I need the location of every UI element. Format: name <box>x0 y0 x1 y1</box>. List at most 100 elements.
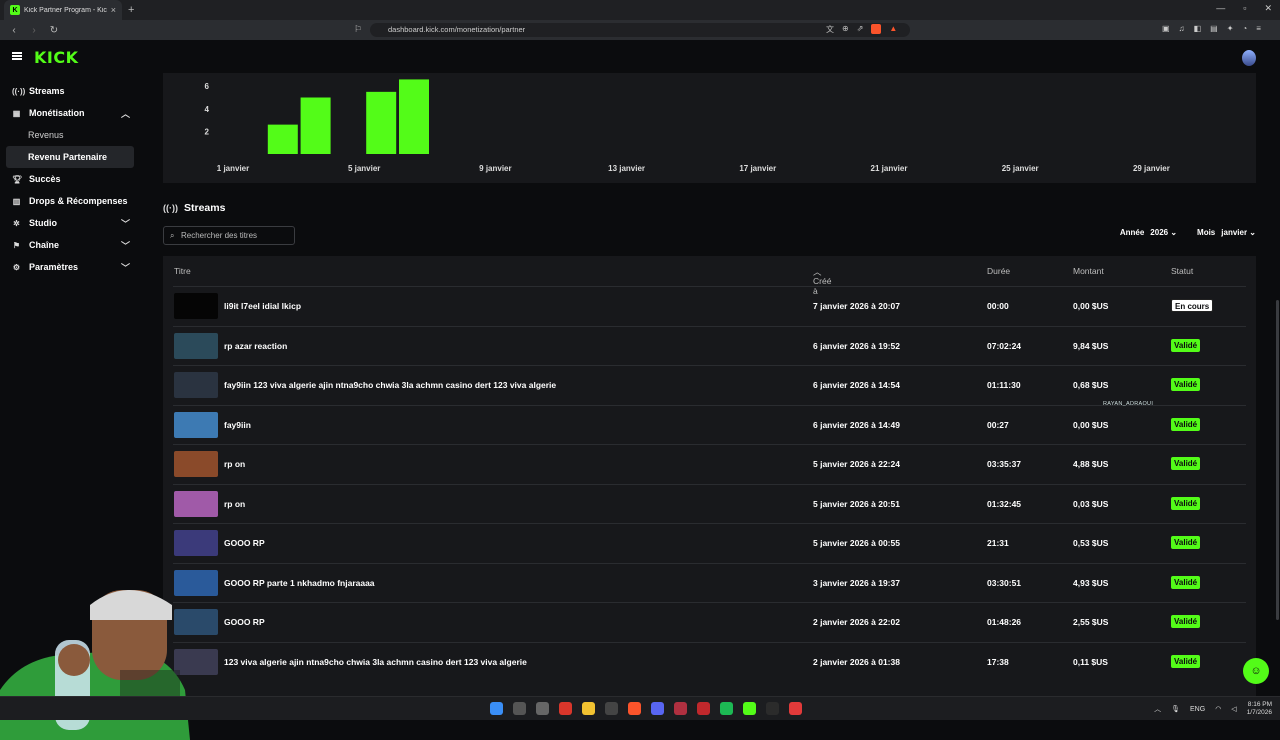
stream-thumbnail[interactable] <box>174 293 218 319</box>
search-input[interactable]: ⌕ Rechercher des titres <box>163 226 295 245</box>
sidebar-item-studio[interactable]: ✲ Studio ﹀ <box>0 212 140 234</box>
opera-icon[interactable] <box>697 702 710 715</box>
start-icon[interactable] <box>490 702 503 715</box>
profile-icon[interactable]: ◔ <box>1242 24 1247 33</box>
table-row[interactable]: GOOO RP parte 1 nkhadmo fnjaraaaa 3 janvi… <box>173 562 1246 603</box>
stream-title[interactable]: fay9iin 123 viva algerie ajin ntna9cho c… <box>224 380 556 390</box>
stream-thumbnail[interactable] <box>174 451 218 477</box>
col-title[interactable]: Titre <box>174 266 191 276</box>
table-row[interactable]: rp on 5 janvier 2026 à 20:51 01:32:45 0,03 … <box>173 483 1246 524</box>
sidebar-item-drops[interactable]: ▥ Drops & Récompenses <box>0 190 140 212</box>
wifi-icon[interactable]: ◠ <box>1215 705 1221 713</box>
table-row[interactable]: li9it l7eel idial lkicp 7 janvier 2026 à … <box>173 286 1246 326</box>
col-created[interactable]: Créé à ︿ <box>813 266 831 296</box>
stream-title[interactable]: GOOO RP <box>224 538 265 548</box>
help-chat-button[interactable]: ☺ <box>1243 658 1269 684</box>
minimize-icon[interactable]: — <box>1216 3 1225 14</box>
music-icon[interactable]: ♫ <box>1179 24 1185 33</box>
forward-icon[interactable]: › <box>28 25 40 36</box>
search-icon[interactable] <box>513 702 526 715</box>
stream-title[interactable]: fay9iin <box>224 420 251 430</box>
chevron-down-icon[interactable]: ﹀ <box>121 217 130 230</box>
reading-list-icon[interactable]: ▤ <box>1210 24 1218 33</box>
back-icon[interactable]: ‹ <box>8 25 20 36</box>
maximize-icon[interactable]: ▫ <box>1243 3 1246 14</box>
sidebar-subitem-revenu-partenaire[interactable]: Revenu Partenaire <box>6 146 134 168</box>
chart-bar[interactable] <box>300 97 331 155</box>
stream-thumbnail[interactable] <box>174 411 218 438</box>
app-icon[interactable] <box>789 702 802 715</box>
tray-chevron-icon[interactable]: ︿ <box>1154 704 1161 714</box>
task-view-icon[interactable] <box>536 702 549 715</box>
page-scrollbar[interactable] <box>1276 300 1279 620</box>
table-row[interactable]: 123 viva algerie ajin ntna9cho chwia 3la… <box>173 641 1246 682</box>
y-tick-label: 4 <box>205 105 210 114</box>
chart-bar[interactable] <box>399 79 429 154</box>
discord-icon[interactable] <box>651 702 664 715</box>
extensions-icon[interactable]: ✦ <box>1227 24 1234 33</box>
stream-thumbnail[interactable] <box>174 530 218 556</box>
chevron-up-icon[interactable]: ︿ <box>121 107 130 120</box>
user-avatar[interactable] <box>1242 50 1256 66</box>
stream-thumbnail[interactable] <box>174 332 218 359</box>
brave-shield-icon[interactable] <box>871 24 882 34</box>
wallet-icon[interactable]: ▣ <box>1162 24 1170 33</box>
col-status[interactable]: Statut <box>1171 266 1193 276</box>
tray-mic-icon[interactable]: 🎙︎ <box>1171 705 1180 713</box>
chart-bar[interactable] <box>366 91 397 154</box>
stream-title[interactable]: GOOO RP parte 1 nkhadmo fnjaraaaa <box>224 578 375 588</box>
table-row[interactable]: GOOO RP 2 janvier 2026 à 22:02 01:48:26 2,5… <box>173 602 1246 642</box>
stream-title[interactable]: li9it l7eel idial lkicp <box>224 301 301 311</box>
sidebar-subitem-revenus[interactable]: Revenus <box>0 124 140 146</box>
stream-title[interactable]: GOOO RP <box>224 617 265 627</box>
table-row[interactable]: fay9iin 6 janvier 2026 à 14:49 00:27 0,00 $… <box>173 404 1246 445</box>
app-icon[interactable] <box>674 702 687 715</box>
stream-title[interactable]: rp on <box>224 499 245 509</box>
file-explorer-icon[interactable] <box>582 702 595 715</box>
sidebar-item-chaine[interactable]: ⚑ Chaîne ﹀ <box>0 234 140 256</box>
brave-rewards-icon[interactable]: ▲ <box>889 24 897 35</box>
close-tab-icon[interactable]: × <box>111 5 116 15</box>
app-icon[interactable] <box>559 702 572 715</box>
stream-title[interactable]: rp on <box>224 459 245 469</box>
stream-title[interactable]: 123 viva algerie ajin ntna9cho chwia 3la… <box>224 657 527 667</box>
translate-icon[interactable]: ⽂ <box>826 24 834 35</box>
reload-icon[interactable]: ↻ <box>48 25 60 36</box>
zoom-icon[interactable]: ⊕ <box>842 24 849 35</box>
bookmark-icon[interactable]: ⚐ <box>354 24 362 35</box>
volume-icon[interactable]: ◁ <box>1231 705 1236 713</box>
chevron-down-icon[interactable]: ﹀ <box>121 261 130 274</box>
table-row[interactable]: fay9iin 123 viva algerie ajin ntna9cho c… <box>173 365 1246 405</box>
clock[interactable]: 8:16 PM 1/7/2026 <box>1247 701 1272 717</box>
language-indicator[interactable]: ENG <box>1190 706 1205 713</box>
store-icon[interactable] <box>605 702 618 715</box>
table-row[interactable]: rp on 5 janvier 2026 à 22:24 03:35:37 4,88 … <box>173 444 1246 484</box>
kick-icon[interactable] <box>743 702 756 715</box>
sidebar-item-streams[interactable]: ((·)) Streams <box>0 80 140 102</box>
table-row[interactable]: GOOO RP 5 janvier 2026 à 00:55 21:31 0,53 $… <box>173 523 1246 563</box>
stream-thumbnail[interactable] <box>174 490 218 517</box>
stream-title[interactable]: rp azar reaction <box>224 341 287 351</box>
browser-tab[interactable]: K Kick Partner Program - Kick Dash × <box>4 0 122 20</box>
hamburger-menu-icon[interactable] <box>12 52 22 60</box>
brave-icon[interactable] <box>628 702 641 715</box>
col-amount[interactable]: Montant <box>1073 266 1104 276</box>
chevron-down-icon[interactable]: ﹀ <box>121 239 130 252</box>
month-select[interactable]: janvier ⌄ <box>1221 228 1256 237</box>
kick-logo[interactable]: KICK <box>34 48 79 67</box>
menu-icon[interactable]: ≡ <box>1256 24 1261 33</box>
sidebar-item-succes[interactable]: 🏆︎ Succès <box>0 168 140 190</box>
sidebar-item-monetisation[interactable]: ▦ Monétisation ︿ <box>0 102 140 124</box>
year-select[interactable]: 2026 ⌄ <box>1150 228 1177 237</box>
table-row[interactable]: rp azar reaction 6 janvier 2026 à 19:52 07… <box>173 325 1246 366</box>
spotify-icon[interactable] <box>720 702 733 715</box>
share-icon[interactable]: ⇗ <box>857 24 864 35</box>
col-duration[interactable]: Durée <box>987 266 1010 276</box>
app-icon[interactable] <box>766 702 779 715</box>
stream-thumbnail[interactable] <box>174 372 218 398</box>
close-window-icon[interactable]: ✕ <box>1264 3 1272 14</box>
sidebar-icon[interactable]: ◧ <box>1194 24 1202 33</box>
new-tab-icon[interactable]: + <box>128 4 134 16</box>
sidebar-item-parametres[interactable]: ⚙ Paramètres ﹀ <box>0 256 140 278</box>
chart-bar[interactable] <box>267 124 298 154</box>
